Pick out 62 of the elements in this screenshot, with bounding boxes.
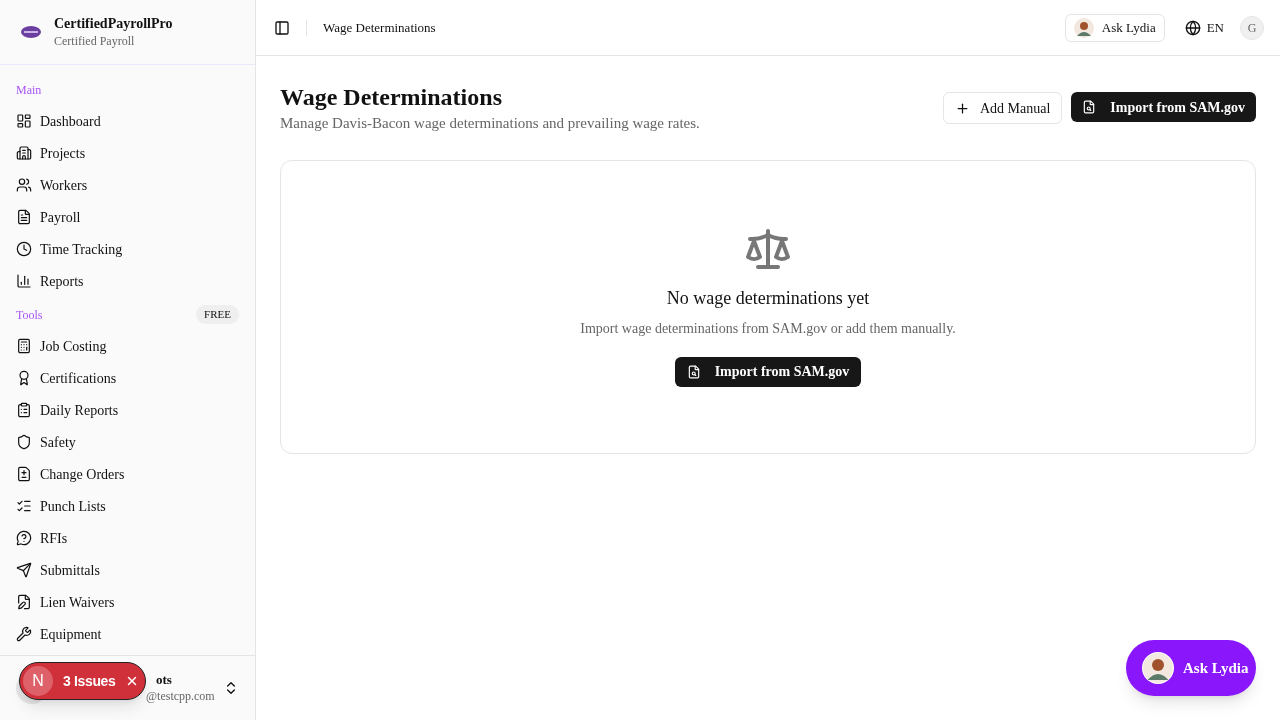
ask-assistant-button[interactable]: Ask Lydia [1064, 13, 1165, 42]
plus-icon [954, 100, 970, 116]
dashboard-icon [16, 113, 32, 129]
nav-item[interactable]: Payroll [8, 201, 247, 233]
logo-icon [20, 25, 42, 39]
nav-item[interactable]: Daily Reports [8, 394, 247, 426]
ask-assistant-button[interactable]: Ask Lydia [1126, 640, 1256, 696]
page-subtitle: Manage Davis-Bacon wage determinations and prevailing wage rates. [280, 114, 700, 133]
language-button[interactable]: EN [1184, 17, 1224, 38]
nav-item[interactable]: Lien Waivers [8, 586, 247, 618]
award-icon [16, 370, 32, 386]
nav-item[interactable]: Equipment [8, 618, 247, 650]
nav-item[interactable]: Dashboard [8, 105, 247, 137]
section-heading: Main [16, 81, 42, 99]
wrench-icon [16, 626, 32, 642]
building-icon [16, 145, 32, 161]
nav-item[interactable]: RFIs [8, 522, 247, 554]
file-search-icon [686, 364, 701, 379]
issues-label: 3 Issues [63, 671, 116, 691]
import-button[interactable]: Import from SAM.gov [674, 356, 862, 387]
nav-item[interactable]: Certifications [8, 362, 247, 394]
sidebar-toggle-icon[interactable] [274, 19, 290, 36]
send-icon [16, 562, 32, 578]
page-title: Wage Determinations [280, 83, 503, 112]
brand-name: CertifiedPayrollPro [54, 15, 173, 33]
nav-item[interactable]: Time Tracking [8, 233, 247, 265]
bar-chart-icon [16, 273, 32, 289]
clock-icon [16, 241, 32, 257]
file-search-icon [1082, 100, 1097, 114]
globe-icon [1184, 19, 1201, 36]
help-icon [16, 530, 32, 546]
section-heading: Tools [16, 306, 43, 324]
nav-item[interactable]: Projects [8, 137, 247, 169]
empty-title: No wage determinations yet [666, 286, 870, 310]
document-icon [16, 466, 32, 482]
checklist-icon [16, 498, 32, 514]
nav-item[interactable]: Job Costing [8, 330, 247, 362]
nav-item[interactable]: Submittals [8, 554, 247, 586]
document-icon [16, 209, 32, 225]
avatar-icon [1143, 653, 1173, 683]
avatar-icon [1073, 17, 1094, 38]
nav-item[interactable]: Change Orders [8, 458, 247, 490]
issues-badge[interactable]: N 3 Issues [19, 662, 146, 700]
issues-initial: N [23, 666, 53, 696]
free-badge: FREE [196, 305, 239, 324]
brand-subtitle: Certified Payroll [54, 33, 136, 49]
users-icon [16, 177, 32, 193]
add-manual-button[interactable]: Add Manual [942, 92, 1063, 124]
import-button[interactable]: Import from SAM.gov [1071, 92, 1256, 122]
document-pen-icon [16, 594, 32, 610]
nav-item[interactable]: Workers [8, 169, 247, 201]
nav-item[interactable]: Reports [8, 265, 247, 297]
nav-item[interactable]: Safety [8, 426, 247, 458]
user-name: ots [156, 672, 173, 688]
nav-item[interactable]: Punch Lists [8, 490, 247, 522]
shield-icon [16, 434, 32, 450]
user-email: @testcpp.com [146, 688, 215, 704]
empty-message: Import wage determinations from SAM.gov or add them manually. [580, 319, 956, 338]
breadcrumb-title: Wage Determinations [323, 18, 436, 37]
clipboard-icon [16, 402, 32, 418]
user-avatar[interactable]: G [1240, 15, 1264, 40]
calculator-icon [16, 338, 32, 354]
